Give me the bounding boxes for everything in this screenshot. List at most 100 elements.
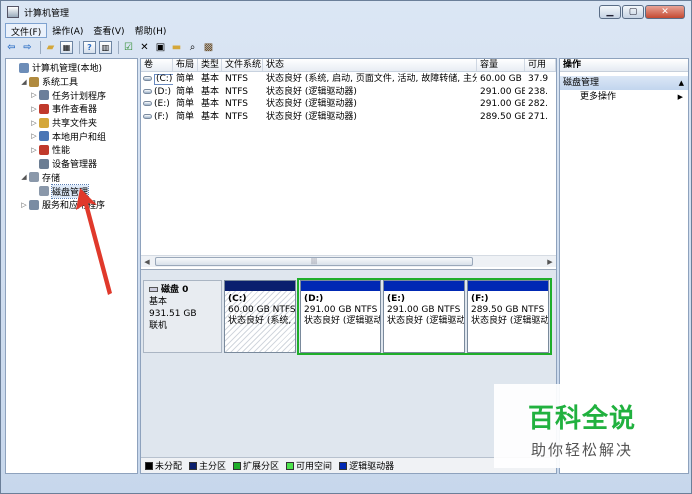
collapsed-arrow-icon[interactable]: ▷ bbox=[20, 201, 28, 209]
table-cell: 60.00 GB bbox=[480, 74, 522, 84]
collapsed-arrow-icon[interactable]: ▷ bbox=[30, 132, 38, 140]
partition-size: 289.50 GB NTFS bbox=[471, 305, 545, 315]
collapsed-arrow-icon[interactable]: ▷ bbox=[30, 119, 38, 127]
partition-status: 状态良好 (逻辑驱动 bbox=[387, 316, 465, 326]
table-row[interactable]: (C:) 简单 基本 NTFS 状态良好 (系统, 启动, 页面文件, 活动, 故障转储… bbox=[141, 73, 556, 86]
partition-f[interactable]: (F:) 289.50 GB NTFS 状态良好 (逻辑驱动 bbox=[467, 280, 549, 353]
table-cell: (D:) bbox=[141, 86, 173, 99]
more-actions-label: 更多操作 bbox=[580, 92, 617, 102]
watermark-title: 百科全说 bbox=[527, 404, 636, 434]
partition-letter: (F:) bbox=[471, 294, 489, 304]
tree-item-label: 本地用户和组 bbox=[52, 132, 107, 143]
maximize-button[interactable]: ▢ bbox=[622, 5, 644, 19]
table-row[interactable]: (D:) 简单 基本 NTFS 状态良好 (逻辑驱动器) 291.00 GB 238. bbox=[141, 86, 556, 99]
expanded-arrow-icon[interactable]: ◢ bbox=[20, 173, 28, 181]
show-action-pane-button[interactable]: ▥ bbox=[99, 40, 112, 54]
actions-section-disk-management[interactable]: 磁盘管理 ▲ bbox=[560, 76, 688, 90]
table-cell: 简单 bbox=[176, 74, 195, 84]
volume-table-header: 卷布局 类型 文件系统 状态 容量 可用 bbox=[141, 59, 556, 72]
tree-item[interactable]: ▷ 共享文件夹 bbox=[6, 116, 137, 130]
partition-status: 状态良好 (系统, 启 bbox=[228, 316, 296, 326]
partition-c[interactable]: (C:) 60.00 GB NTFS 状态良好 (系统, 启 bbox=[224, 280, 296, 353]
table-cell: 基本 bbox=[201, 74, 220, 84]
horizontal-scrollbar[interactable]: ◀ ||| ▶ bbox=[141, 255, 556, 267]
tree-item[interactable]: 设备管理器 bbox=[6, 157, 137, 171]
toolbar-separator bbox=[79, 40, 80, 54]
table-cell: NTFS bbox=[225, 74, 248, 84]
column-header[interactable]: 状态 bbox=[263, 59, 477, 71]
partition-d[interactable]: (D:) 291.00 GB NTFS 状态良好 (逻辑驱动 bbox=[300, 280, 381, 353]
scrollbar-thumb[interactable]: ||| bbox=[155, 257, 473, 266]
menu-help[interactable]: 帮助(H) bbox=[130, 23, 172, 38]
table-cell: 37.9 bbox=[528, 74, 549, 84]
column-header[interactable]: 容量 bbox=[477, 59, 525, 71]
help-button[interactable]: ? bbox=[83, 40, 96, 54]
tree-item[interactable]: ▷ 任务计划程序 bbox=[6, 88, 137, 102]
properties-button[interactable]: ▣ bbox=[154, 41, 167, 54]
tree-item[interactable]: ▷ 性能 bbox=[6, 143, 137, 157]
title-bar[interactable]: 计算机管理 ▁ ▢ ✕ bbox=[1, 1, 691, 23]
legend-item: 可用空间 bbox=[286, 459, 332, 472]
disk-settings-button[interactable]: ▩ bbox=[202, 41, 215, 54]
tree-item[interactable]: 磁盘管理 bbox=[6, 183, 137, 199]
table-cell: 291.00 GB bbox=[480, 99, 525, 109]
minimize-button[interactable]: ▁ bbox=[599, 5, 621, 19]
legend-item: 扩展分区 bbox=[233, 459, 279, 472]
volume-icon bbox=[143, 76, 152, 81]
forward-button[interactable]: ⇨ bbox=[21, 41, 34, 54]
menu-file[interactable]: 文件(F) bbox=[5, 23, 48, 38]
column-header[interactable]: 卷 bbox=[141, 59, 173, 71]
tree-item[interactable]: ▷ 事件查看器 bbox=[6, 102, 137, 116]
collapse-up-icon: ▲ bbox=[678, 79, 684, 87]
collapsed-arrow-icon[interactable]: ▷ bbox=[30, 91, 38, 99]
collapsed-arrow-icon[interactable]: ▷ bbox=[30, 105, 38, 113]
disk-0-label[interactable]: 磁盘 0 基本 931.51 GB 联机 bbox=[143, 280, 222, 353]
menu-view[interactable]: 查看(V) bbox=[88, 23, 129, 38]
legend-label: 逻辑驱动器 bbox=[349, 462, 395, 472]
logical-drive-bar bbox=[384, 281, 464, 291]
show-hide-tree-button[interactable]: ▦ bbox=[60, 40, 73, 54]
up-folder-button[interactable]: ▰ bbox=[44, 41, 57, 54]
column-header[interactable]: 可用 bbox=[525, 59, 556, 71]
tree-item-label: 服务和应用程序 bbox=[42, 201, 106, 212]
menu-action[interactable]: 操作(A) bbox=[47, 23, 88, 38]
scroll-right-icon[interactable]: ▶ bbox=[544, 258, 556, 266]
search-button[interactable]: ⌕ bbox=[186, 41, 199, 54]
volume-icon bbox=[143, 101, 152, 106]
refresh-check-button[interactable]: ☑ bbox=[122, 41, 135, 54]
delete-button[interactable]: ✕ bbox=[138, 41, 151, 54]
folder-up-icon: ▰ bbox=[46, 41, 55, 53]
grip-icon: ||| bbox=[310, 258, 318, 265]
table-row[interactable]: (E:) 简单 基本 NTFS 状态良好 (逻辑驱动器) 291.00 GB 282. bbox=[141, 98, 556, 111]
column-header[interactable]: 文件系统 bbox=[222, 59, 263, 71]
disk-gear-icon: ▩ bbox=[203, 41, 214, 53]
tree-item[interactable]: ◢ 存储 bbox=[6, 171, 137, 185]
partition-letter: (D:) bbox=[304, 294, 324, 304]
forward-arrow-icon: ⇨ bbox=[23, 41, 32, 53]
expanded-arrow-icon[interactable]: ◢ bbox=[20, 78, 28, 86]
column-header[interactable]: 布局 bbox=[173, 59, 198, 71]
close-button[interactable]: ✕ bbox=[645, 5, 685, 19]
more-actions-item[interactable]: 更多操作 ▶ bbox=[560, 90, 688, 104]
partition-e[interactable]: (E:) 291.00 GB NTFS 状态良好 (逻辑驱动 bbox=[383, 280, 465, 353]
help-icon: ? bbox=[87, 42, 92, 52]
back-button[interactable]: ⇦ bbox=[5, 41, 18, 54]
tree-item[interactable]: ▷ 本地用户和组 bbox=[6, 129, 137, 143]
column-header[interactable]: 类型 bbox=[198, 59, 222, 71]
scroll-left-icon[interactable]: ◀ bbox=[141, 258, 153, 266]
collapsed-arrow-icon[interactable]: ▷ bbox=[30, 146, 38, 154]
tree-item-label: 系统工具 bbox=[42, 78, 79, 89]
open-button[interactable]: ▬ bbox=[170, 41, 183, 54]
table-cell: NTFS bbox=[225, 86, 248, 97]
tree-item[interactable]: ◢ 系统工具 bbox=[6, 75, 137, 89]
table-cell: 基本 bbox=[201, 99, 220, 109]
tree-item[interactable]: ▷ 服务和应用程序 bbox=[6, 198, 137, 212]
table-row[interactable]: (F:) 简单 基本 NTFS 状态良好 (逻辑驱动器) 289.50 GB 271. bbox=[141, 111, 556, 124]
tree-node-icon bbox=[39, 117, 49, 128]
tree-node-icon bbox=[29, 199, 39, 210]
tree-item[interactable]: 计算机管理(本地) bbox=[6, 61, 137, 75]
table-cell: 状态良好 (逻辑驱动器) bbox=[266, 99, 357, 109]
legend-item: 未分配 bbox=[145, 459, 182, 472]
delete-x-icon: ✕ bbox=[140, 41, 149, 53]
table-cell: 238. bbox=[528, 86, 549, 97]
